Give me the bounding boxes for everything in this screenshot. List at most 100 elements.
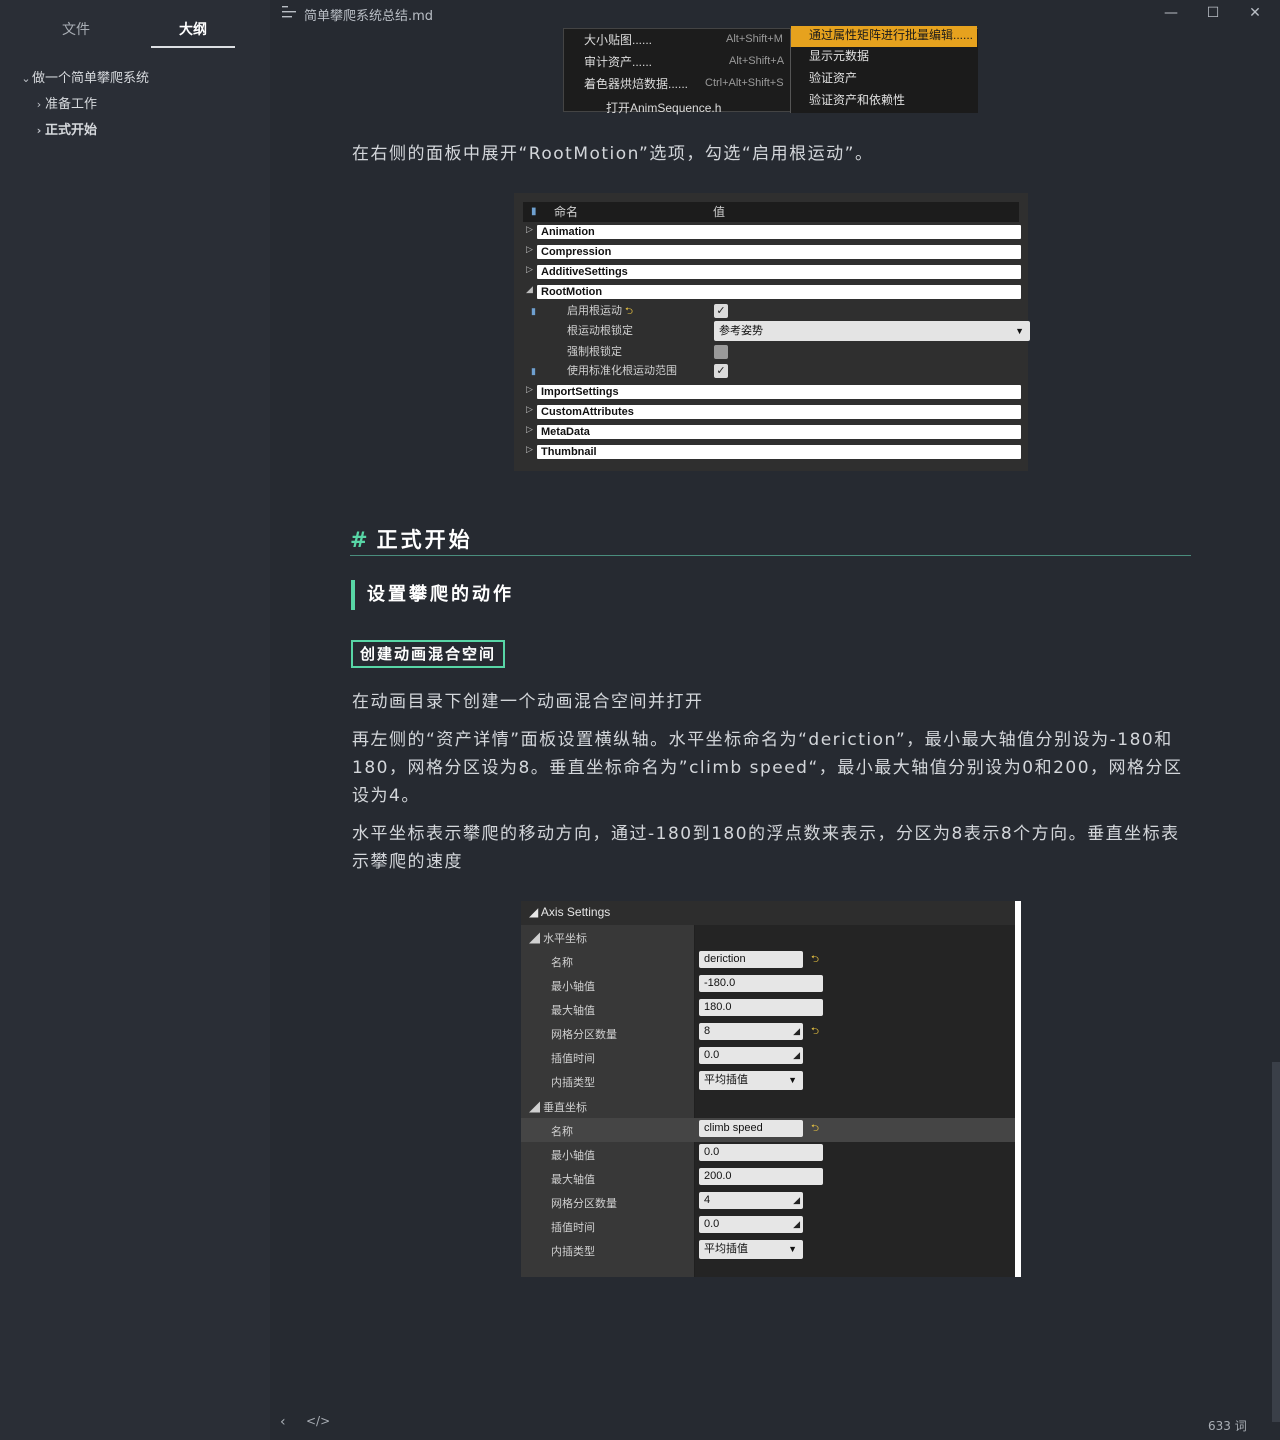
- heading-2: 设置攀爬的动作: [351, 580, 514, 610]
- vertical-interp-time-field: 0.0 ◢: [699, 1216, 803, 1233]
- dropdown-arrow-icon: ▼: [1015, 326, 1024, 336]
- submenu-item: 验证资产和依赖性: [809, 93, 906, 107]
- vertical-min-field: 0.0: [699, 1144, 823, 1161]
- minimize-button[interactable]: —: [1150, 0, 1192, 26]
- triangle-right-icon: ▷: [526, 444, 533, 454]
- axis-row-label: 最小轴值: [551, 1150, 595, 1162]
- column-value: 值: [713, 205, 726, 219]
- axis-row-label: 最大轴值: [551, 1174, 595, 1186]
- rootmotion-panel-image: ▮ 命名 值 ▷ Animation ▷ Compression ▷ Additive…: [514, 193, 1030, 471]
- triangle-right-icon: ▷: [526, 384, 533, 394]
- axis-row: 最小轴值 0.0: [521, 1142, 1015, 1166]
- root-lock-select: 参考姿势 ▼: [714, 321, 1030, 341]
- category-label: Animation: [537, 225, 1021, 239]
- axis-row-label: 名称: [551, 957, 573, 969]
- heading-hash: #: [350, 528, 371, 552]
- axis-row: 网格分区数量 8 ◢ ⮌: [521, 1021, 1015, 1045]
- spin-corner-icon: ◢: [793, 1026, 800, 1036]
- outline-item-label: 准备工作: [45, 97, 98, 112]
- triangle-right-icon: ▷: [526, 264, 533, 274]
- axis-row-label: 插值时间: [551, 1053, 595, 1065]
- axis-row: 网格分区数量 4 ◢: [521, 1190, 1015, 1214]
- tab-outline[interactable]: 大纲: [151, 18, 235, 48]
- paragraph-1: 在动画目录下创建一个动画混合空间并打开: [352, 692, 704, 712]
- spin-corner-icon: ◢: [793, 1195, 800, 1205]
- outline-item-start[interactable]: › 正式开始: [0, 120, 270, 146]
- reset-icon: ⮌: [811, 1123, 820, 1134]
- property-row: ▮ 启用根运动 ⮌ ✓: [523, 301, 1019, 321]
- maximize-button[interactable]: ☐: [1192, 0, 1234, 26]
- heading-3: 创建动画混合空间: [351, 640, 506, 668]
- sidebar-toggle-icon[interactable]: [282, 5, 298, 19]
- axis-row: 最大轴值 180.0: [521, 997, 1015, 1021]
- reset-icon: ⮌: [811, 1026, 820, 1037]
- document-title: 简单攀爬系统总结.md: [304, 9, 434, 24]
- reset-icon: ⮌: [625, 306, 634, 317]
- spin-corner-icon: ◢: [793, 1050, 800, 1060]
- horizontal-axis-section: ◢ 水平坐标: [529, 933, 588, 945]
- paragraph-3: 水平坐标表示攀爬的移动方向，通过-180到180的浮点数来表示，分区为8表示8个…: [352, 824, 1180, 872]
- column-name: 命名: [554, 205, 579, 219]
- horizontal-min-field: -180.0: [699, 975, 823, 992]
- chevron-right-icon: ›: [36, 124, 42, 137]
- submenu: 通过属性矩阵进行批量编辑...... 显示元数据 验证资产 验证资产和依赖性: [790, 26, 978, 113]
- category-row: ▷ CustomAttributes: [523, 402, 1021, 422]
- editor-content[interactable]: 大小贴图...... Alt+Shift+M 审计资产...... Alt+Sh…: [270, 26, 1272, 1406]
- menu-item: 着色器烘焙数据......: [584, 77, 689, 91]
- category-label: AdditiveSettings: [537, 265, 1021, 279]
- pin-icon: ▮: [531, 206, 537, 217]
- outline-item-preparation[interactable]: › 准备工作: [0, 94, 270, 120]
- word-count[interactable]: 633 词: [1208, 1417, 1247, 1434]
- outline-item-climb-system[interactable]: ⌄做一个简单攀爬系统: [0, 68, 270, 94]
- submenu-item: 显示元数据: [809, 49, 870, 63]
- close-button[interactable]: ✕: [1234, 0, 1276, 26]
- axis-row: 内插类型 平均插值 ▼: [521, 1069, 1015, 1093]
- horizontal-max-field: 180.0: [699, 999, 823, 1016]
- outline-item-label: 正式开始: [45, 123, 98, 138]
- source-mode-button[interactable]: </>: [306, 1414, 330, 1428]
- toggle-sidebar-arrow-icon[interactable]: ‹: [280, 1414, 286, 1430]
- category-row: ▷ Compression: [523, 242, 1021, 262]
- category-row: ▷ ImportSettings: [523, 382, 1021, 402]
- outline-item-label: 做一个简单攀爬系统: [32, 71, 150, 86]
- horizontal-name-field: deriction: [699, 951, 803, 968]
- axis-settings-image: ◢ Axis Settings ◢ 水平坐标 名称 deriction ⮌ 最小轴值…: [521, 901, 1021, 1277]
- property-row: 强制根锁定: [523, 342, 1019, 362]
- vertical-divisions-field: 4 ◢: [699, 1192, 803, 1209]
- axis-row: 插值时间 0.0 ◢: [521, 1045, 1015, 1069]
- category-label: RootMotion: [537, 285, 1021, 299]
- dropdown-arrow-icon: ▼: [788, 1244, 797, 1254]
- axis-row-label: 内插类型: [551, 1246, 595, 1258]
- submenu-item-highlighted: 通过属性矩阵进行批量编辑......: [791, 26, 977, 47]
- horizontal-interp-time-field: 0.0 ◢: [699, 1047, 803, 1064]
- vertical-axis-section: ◢ 垂直坐标: [529, 1102, 588, 1114]
- menu-item: 审计资产......: [584, 55, 653, 69]
- tab-files[interactable]: 文件: [34, 18, 118, 48]
- category-label: Compression: [537, 245, 1021, 259]
- category-row: ▷ MetaData: [523, 422, 1021, 442]
- menu-shortcut: Ctrl+Alt+Shift+S: [705, 77, 784, 89]
- property-row: ▮ 使用标准化根运动范围 ✓: [523, 361, 1019, 381]
- spin-corner-icon: ◢: [793, 1219, 800, 1229]
- axis-settings-title: ◢ Axis Settings: [521, 901, 1015, 925]
- panel-header: ▮ 命名 值: [523, 202, 1019, 222]
- axis-row: 插值时间 0.0 ◢: [521, 1214, 1015, 1238]
- property-label: 强制根锁定: [567, 346, 622, 358]
- sidebar: 文件 大纲 ⌄做一个简单攀爬系统 › 准备工作 › 正式开始: [0, 0, 270, 1440]
- category-label: MetaData: [537, 425, 1021, 439]
- category-label: CustomAttributes: [537, 405, 1021, 419]
- category-row: ▷ AdditiveSettings: [523, 262, 1021, 282]
- axis-row: 内插类型 平均插值 ▼: [521, 1238, 1015, 1262]
- category-row: ▷ Animation: [523, 222, 1021, 242]
- horizontal-interp-type-select: 平均插值 ▼: [699, 1071, 803, 1090]
- axis-row-label: 网格分区数量: [551, 1198, 617, 1210]
- axis-row: 名称 deriction ⮌: [521, 949, 1015, 973]
- outline-tree: ⌄做一个简单攀爬系统 › 准备工作 › 正式开始: [0, 68, 270, 146]
- axis-row-label: 插值时间: [551, 1222, 595, 1234]
- category-label: Thumbnail: [537, 445, 1021, 459]
- vertical-scrollbar[interactable]: [1272, 1062, 1280, 1422]
- dropdown-arrow-icon: ▼: [788, 1075, 797, 1085]
- vertical-interp-type-select: 平均插值 ▼: [699, 1240, 803, 1259]
- chevron-down-icon: ⌄: [21, 72, 31, 85]
- heading-1: # 正式开始: [350, 524, 1191, 556]
